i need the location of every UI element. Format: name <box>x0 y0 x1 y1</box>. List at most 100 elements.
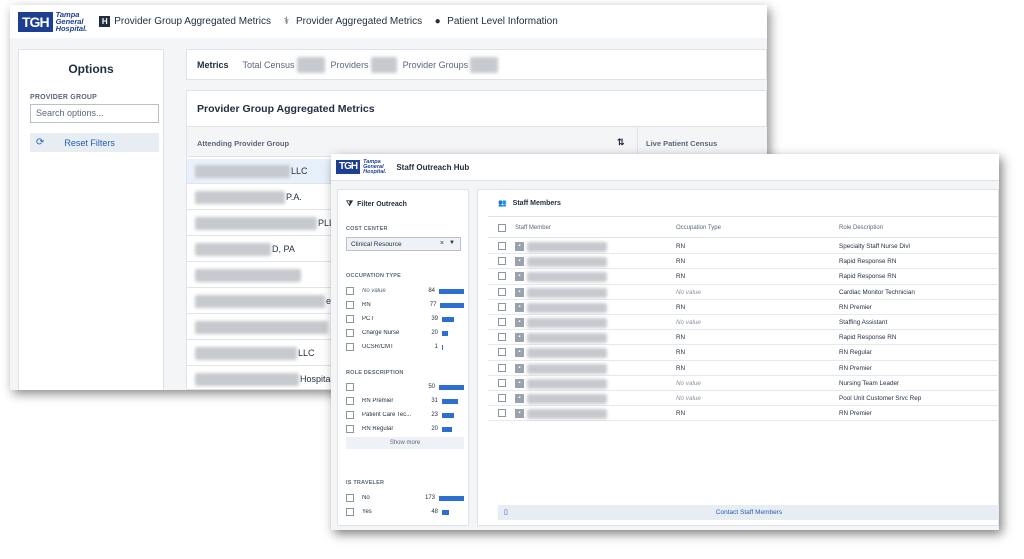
table-row[interactable]: ▪ RN Specialty Staff Nurse Divl <box>488 239 999 255</box>
checkbox[interactable] <box>346 411 354 419</box>
table-row[interactable]: e <box>187 289 337 314</box>
row-checkbox[interactable] <box>498 287 506 296</box>
avatar-icon: ▪ <box>515 287 524 297</box>
checkbox[interactable] <box>346 508 354 516</box>
checkbox[interactable] <box>346 494 354 502</box>
row-checkbox[interactable] <box>498 409 506 418</box>
nav-provider-group-metrics[interactable]: H Provider Group Aggregated Metrics <box>99 16 271 27</box>
row-checkbox[interactable] <box>498 363 506 372</box>
provider-groups-value-redacted <box>470 56 499 73</box>
count-bar <box>442 412 454 418</box>
provider-groups-label: Provider Groups <box>402 59 469 70</box>
checkbox[interactable] <box>346 383 354 391</box>
total-census-label: Total Census <box>242 59 295 70</box>
table-row[interactable]: ▪ No value Cardiac Monitor Technician <box>488 285 999 300</box>
tgh-logo[interactable]: TGH Tampa General Hospital. <box>18 11 87 32</box>
avatar-icon: ▪ <box>515 409 524 419</box>
row-checkbox[interactable] <box>498 318 506 326</box>
checkbox[interactable] <box>346 329 354 337</box>
table-row[interactable]: ▪ No value Nursing Team Leader <box>488 376 999 391</box>
traveler-filter-item[interactable]: Yes 48 <box>346 506 464 518</box>
row-checkbox[interactable] <box>498 378 506 387</box>
logo-mark: TGH <box>18 11 53 32</box>
row-checkbox[interactable] <box>498 242 506 250</box>
role-cell: Pool Unit Customer Srvc Rep <box>839 395 922 402</box>
checkbox[interactable] <box>346 301 354 309</box>
occupation-filter-item[interactable]: Charge Nurse 20 <box>346 327 464 339</box>
table-row[interactable]: D, PA <box>187 237 337 262</box>
nav-provider-metrics[interactable]: ⚕ Provider Aggregated Metrics <box>281 16 422 27</box>
checkbox[interactable] <box>346 425 354 433</box>
filter-outreach-title: ⧩ Filter Outreach <box>346 199 407 208</box>
table-row[interactable]: ▪ No value Staffing Assistant <box>488 315 999 331</box>
occupation-cell: No value <box>676 379 701 387</box>
occupation-filter-item[interactable]: UCSR/CMT 1 <box>346 341 464 353</box>
staff-outreach-header: TGH Tampa General Hospital. Staff Outrea… <box>331 154 999 181</box>
checkbox[interactable] <box>346 287 354 295</box>
provider-name-redacted <box>195 216 317 230</box>
table-row[interactable]: P.A. <box>187 185 337 210</box>
table-row[interactable]: ▪ RN Rapid Response RN <box>488 330 999 346</box>
cost-center-select[interactable]: Clinical Resource × ▼ <box>346 237 461 251</box>
clear-icon[interactable]: × <box>440 240 444 247</box>
table-row[interactable]: ▪ RN RN Regular <box>488 345 999 361</box>
count-bar <box>442 509 449 515</box>
providers-label: Providers <box>330 59 369 70</box>
row-checkbox[interactable] <box>498 272 506 281</box>
role-filter-item[interactable]: 50 <box>346 381 464 393</box>
table-row[interactable]: ▪ RN RN Premier <box>488 361 999 376</box>
refresh-icon: ⟳ <box>36 137 45 148</box>
role-filter-item[interactable]: RN Regular 20 <box>346 423 464 435</box>
select-all-checkbox[interactable] <box>498 224 506 232</box>
occupation-cell: RN <box>676 410 686 418</box>
contact-staff-button[interactable]: ▯ Contact Staff Members <box>498 505 999 520</box>
attending-provider-group-header[interactable]: Attending Provider Group <box>197 139 289 148</box>
sort-az-icon[interactable]: ⇅ <box>617 137 625 148</box>
row-checkbox[interactable] <box>498 333 506 342</box>
table-row[interactable] <box>187 315 337 340</box>
table-row[interactable]: ▪ RN Rapid Response RN <box>488 254 999 270</box>
staff-name-redacted <box>527 363 607 374</box>
checkbox[interactable] <box>346 343 354 351</box>
table-row[interactable]: ▪ No value Pool Unit Customer Srvc Rep <box>488 391 999 407</box>
role-description-header[interactable]: Role Description <box>839 225 883 231</box>
table-row[interactable]: Hospital <box>187 367 337 390</box>
avatar-icon: ▪ <box>515 363 524 373</box>
table-row[interactable]: ▪ RN RN Premier <box>488 300 999 315</box>
table-row[interactable] <box>187 263 337 288</box>
nav-patient-level-info[interactable]: ● Patient Level Information <box>432 16 558 27</box>
traveler-filter-item[interactable]: No 173 <box>346 492 464 504</box>
chevron-down-icon[interactable]: ▼ <box>449 240 455 246</box>
occupation-type-header[interactable]: Occupation Type <box>676 225 721 231</box>
table-row[interactable]: ▪ RN Rapid Response RN <box>488 269 999 285</box>
occupation-filter-item[interactable]: RN 77 <box>346 299 464 311</box>
occupation-cell: RN <box>676 258 686 266</box>
occupation-cell: No value <box>676 288 701 296</box>
staff-name-redacted <box>527 318 607 328</box>
row-checkbox[interactable] <box>498 257 506 266</box>
staff-members-title: 👥 Staff Members <box>498 200 561 207</box>
row-checkbox[interactable] <box>498 302 506 311</box>
role-cell: Nursing Team Leader <box>839 379 900 387</box>
reset-filters-button[interactable]: ⟳ Reset Filters <box>30 133 159 152</box>
role-filter-item[interactable]: RN Premier 31 <box>346 395 464 407</box>
occupation-filter-item[interactable]: No value 84 <box>346 285 464 297</box>
table-row[interactable]: PLL <box>187 211 337 236</box>
count-bar <box>442 330 448 336</box>
show-more-button[interactable]: Show more <box>346 437 464 449</box>
row-checkbox[interactable] <box>498 348 506 357</box>
checkbox[interactable] <box>346 397 354 405</box>
role-cell: Rapid Response RN <box>839 258 897 266</box>
logo-text: Tampa General Hospital. <box>363 158 387 175</box>
staff-member-header[interactable]: Staff Member <box>515 225 551 231</box>
table-row[interactable]: ▪ RN RN Premier <box>488 406 999 422</box>
row-checkbox[interactable] <box>498 394 506 402</box>
occupation-filter-item[interactable]: PCT 39 <box>346 313 464 325</box>
table-row[interactable]: LLC <box>187 341 337 366</box>
provider-name-redacted <box>195 268 301 282</box>
table-row[interactable]: LLC <box>187 159 337 184</box>
role-filter-item[interactable]: Patient Care Tec... 23 <box>346 409 464 421</box>
search-options-input[interactable]: Search options... <box>30 104 159 123</box>
checkbox[interactable] <box>346 315 354 323</box>
tgh-logo-small[interactable]: TGH Tampa General Hospital. <box>336 158 387 175</box>
